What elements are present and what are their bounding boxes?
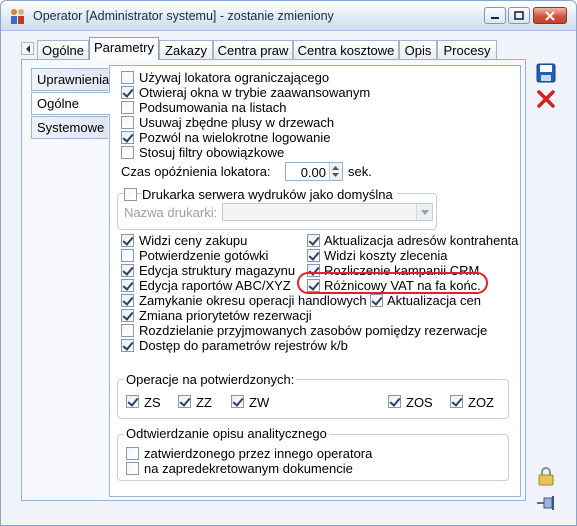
label-podsumowania: Podsumowania na listach (139, 100, 287, 115)
checkbox-rozdzielanie-zasobow[interactable] (121, 324, 134, 337)
lock-button[interactable] (533, 464, 558, 487)
checkbox-zoz[interactable] (450, 395, 463, 408)
label-uzywaj-lokatora: Używaj lokatora ograniczającego (139, 70, 330, 85)
label-dostep-parametrow: Dostęp do parametrów rejestrów k/b (139, 338, 348, 353)
checkbox-zatwierdzonego[interactable] (126, 447, 139, 460)
label-zmiana-priorytetow: Zmiana priorytetów rezerwacji (139, 308, 312, 323)
spin-up-down-icon (332, 166, 339, 177)
label-zoz: ZOZ (468, 395, 494, 410)
highlight-annotation (297, 272, 488, 294)
label-zs: ZS (144, 395, 161, 410)
tab-opis[interactable]: Opis (399, 40, 437, 60)
maximize-button[interactable] (508, 7, 530, 24)
checkbox-edycja-struktury[interactable] (121, 264, 134, 277)
label-zatwierdzonego: zatwierdzonego przez innego operatora (144, 446, 373, 461)
checkbox-uzywaj-lokatora[interactable] (121, 71, 134, 84)
label-zapredekretowanym: na zapredekretowanym dokumencie (144, 461, 353, 476)
label-aktualizacja-adresow: Aktualizacja adresów kontrahenta (324, 233, 519, 248)
red-x-icon (536, 89, 555, 108)
label-otwieraj-okna: Otwieraj okna w trybie zaawansowanym (139, 85, 371, 100)
arrow-left-icon (25, 44, 30, 53)
cancel-button[interactable] (533, 87, 558, 110)
checkbox-widzi-ceny[interactable] (121, 234, 134, 247)
label-wielokrotne-logowanie: Pozwól na wielokrotne logowanie (139, 130, 331, 145)
label-zz: ZZ (196, 395, 212, 410)
label-zos: ZOS (406, 395, 433, 410)
checkbox-podsumowania[interactable] (121, 101, 134, 114)
checkbox-aktualizacja-cen[interactable] (370, 294, 383, 307)
label-widzi-koszty: Widzi koszty zlecenia (324, 248, 448, 263)
label-drukarka-serwera: Drukarka serwera wydruków jako domyślna (142, 187, 397, 202)
pin-icon (536, 495, 554, 510)
tab-procesy[interactable]: Procesy (437, 40, 497, 60)
checkbox-zz[interactable] (178, 395, 191, 408)
label-zw: ZW (249, 395, 270, 410)
checkbox-potwierdzenie-gotowki[interactable] (121, 249, 134, 262)
label-zamykanie-okresu: Zamykanie okresu operacji handlowych (139, 293, 367, 308)
checkbox-zw[interactable] (231, 395, 244, 408)
save-button[interactable] (533, 61, 558, 84)
window-title: Operator [Administrator systemu] - zosta… (33, 9, 334, 23)
spinner-buttons[interactable] (329, 163, 342, 180)
operator-window: Operator [Administrator systemu] - zosta… (0, 0, 577, 526)
tab-zakazy[interactable]: Zakazy (159, 40, 213, 60)
checkbox-dostep-parametrow[interactable] (121, 339, 134, 352)
checkbox-edycja-raportow[interactable] (121, 279, 134, 292)
label-filtry-obowiazkowe: Stosuj filtry obowiązkowe (139, 145, 285, 160)
title-bar[interactable]: Operator [Administrator systemu] - zosta… (1, 1, 576, 31)
tab-centra-kosztowe[interactable]: Centra kosztowe (293, 40, 399, 60)
checkbox-wielokrotne-logowanie[interactable] (121, 131, 134, 144)
checkbox-usuwaj-plusy[interactable] (121, 116, 134, 129)
analytic-title: Odtwierdzanie opisu analitycznego (124, 426, 329, 441)
locator-delay-spinner[interactable]: 0.00 (285, 162, 343, 181)
label-widzi-ceny: Widzi ceny zakupu (139, 233, 248, 248)
confirmed-ops-title: Operacje na potwierdzonych: (124, 372, 297, 387)
side-tab-systemowe[interactable]: Systemowe (31, 116, 108, 139)
label-edycja-raportow: Edycja raportów ABC/XYZ (139, 278, 291, 293)
close-icon (545, 10, 555, 21)
maximize-icon (514, 11, 524, 20)
tab-parametry[interactable]: Parametry (89, 37, 159, 60)
tab-ogolne[interactable]: Ogólne (37, 40, 89, 60)
tab-scroll-left-button[interactable] (21, 42, 34, 55)
label-edycja-struktury: Edycja struktury magazynu (139, 263, 296, 278)
checkbox-zamykanie-okresu[interactable] (121, 294, 134, 307)
padlock-icon (538, 466, 553, 485)
minimize-button[interactable] (484, 7, 506, 24)
locator-delay-unit: sek. (348, 164, 372, 179)
checkbox-zos[interactable] (388, 395, 401, 408)
checkbox-zmiana-priorytetow[interactable] (121, 309, 134, 322)
floppy-disk-icon (536, 63, 555, 82)
label-usuwaj-plusy: Usuwaj zbędne plusy w drzewach (139, 115, 335, 130)
checkbox-zs[interactable] (126, 395, 139, 408)
close-button[interactable] (533, 7, 567, 24)
label-aktualizacja-cen: Aktualizacja cen (387, 293, 481, 308)
tab-centra-praw[interactable]: Centra praw (213, 40, 293, 60)
printer-name-select[interactable] (222, 203, 433, 221)
printer-dropdown-button[interactable] (416, 204, 432, 220)
pin-button[interactable] (533, 491, 558, 514)
printer-name-label: Nazwa drukarki: (124, 205, 218, 220)
users-app-icon (11, 9, 24, 24)
side-tab-uprawnienia[interactable]: Uprawnienia (31, 68, 109, 91)
checkbox-drukarka-serwera[interactable] (124, 188, 137, 201)
checkbox-otwieraj-okna[interactable] (121, 86, 134, 99)
checkbox-aktualizacja-adresow[interactable] (307, 234, 320, 247)
label-rozdzielanie-zasobow: Rozdzielanie przyjmowanych zasobów pomię… (139, 323, 488, 338)
label-potwierdzenie-gotowki: Potwierdzenie gotówki (139, 248, 269, 263)
checkbox-filtry-obowiazkowe[interactable] (121, 146, 134, 159)
locator-delay-value: 0.00 (300, 165, 326, 180)
chevron-down-icon (420, 209, 429, 215)
checkbox-zapredekretowanym[interactable] (126, 462, 139, 475)
locator-delay-label: Czas opóźnienia lokatora: (121, 164, 271, 179)
minimize-icon (491, 16, 499, 19)
checkbox-widzi-koszty[interactable] (307, 249, 320, 262)
side-tab-ogolne[interactable]: Ogólne (31, 92, 110, 115)
